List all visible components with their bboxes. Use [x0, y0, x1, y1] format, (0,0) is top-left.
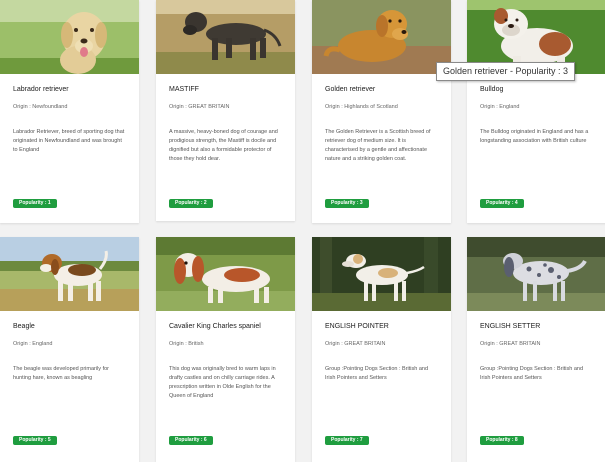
dog-origin: Origin : England: [480, 104, 520, 110]
dog-card-labrador[interactable]: Labrador retriever Origin : Newfoundland…: [0, 0, 139, 223]
dog-photo: [0, 0, 139, 74]
dog-name: Cavalier King Charles spaniel: [169, 323, 261, 330]
dog-description: The beagle was developed primarily for h…: [13, 366, 109, 381]
popularity-tooltip: Golden retriever - Popularity : 3: [436, 62, 576, 81]
dog-name: Golden retriever: [325, 86, 376, 93]
dog-photo: [467, 237, 605, 311]
popularity-badge: Popularity : 7: [325, 436, 369, 445]
dog-card-mastiff[interactable]: MASTIFF Origin : GREAT BRITAIN A massive…: [156, 0, 295, 221]
dog-card-english-setter[interactable]: ENGLISH SETTER Origin : GREAT BRITAIN Gr…: [467, 237, 605, 462]
popularity-badge: Popularity : 6: [169, 436, 213, 445]
dog-photo: [312, 237, 451, 311]
dog-description: The Bulldog originated in England and ha…: [480, 129, 589, 144]
dog-origin: Origin : GREAT BRITAIN: [169, 104, 230, 110]
dog-origin: Origin : GREAT BRITAIN: [325, 341, 386, 347]
dog-origin: Origin : Highlands of Scotland: [325, 104, 398, 110]
dog-name: ENGLISH POINTER: [325, 323, 389, 330]
dog-origin: Origin : Newfoundland: [13, 104, 68, 110]
dog-name: Labrador retriever: [13, 86, 69, 93]
dog-photo: [0, 237, 139, 311]
popularity-badge: Popularity : 4: [480, 199, 524, 208]
dog-description: The Golden Retriever is a Scottish breed…: [325, 129, 431, 162]
dog-card-beagle[interactable]: Beagle Origin : England The beagle was d…: [0, 237, 139, 462]
popularity-badge: Popularity : 8: [480, 436, 524, 445]
popularity-badge: Popularity : 5: [13, 436, 57, 445]
dog-photo: [156, 237, 295, 311]
dog-card-english-pointer[interactable]: ENGLISH POINTER Origin : GREAT BRITAIN G…: [312, 237, 451, 462]
dog-description: Group :Pointing Dogs Section : British a…: [325, 366, 429, 381]
dog-origin: Origin : England: [13, 341, 53, 347]
dog-card-bulldog[interactable]: Bulldog Origin : England The Bulldog ori…: [467, 0, 605, 223]
popularity-badge: Popularity : 1: [13, 199, 57, 208]
dog-name: Bulldog: [480, 86, 504, 93]
dog-description: A massive, heavy-boned dog of courage an…: [169, 129, 278, 162]
popularity-badge: Popularity : 3: [325, 199, 369, 208]
dog-description: This dog was originally bred to warm lap…: [169, 366, 276, 399]
dog-name: MASTIFF: [169, 86, 199, 93]
dog-card-golden-retriever[interactable]: Golden retriever Origin : Highlands of S…: [312, 0, 451, 223]
popularity-badge: Popularity : 2: [169, 199, 213, 208]
dog-photo: [312, 0, 451, 74]
dog-description: Group :Pointing Dogs Section : British a…: [480, 366, 584, 381]
dog-origin: Origin : British: [169, 341, 204, 347]
dog-description: Labrador Retriever, breed of sporting do…: [13, 129, 125, 153]
dog-photo: [156, 0, 295, 74]
dog-name: ENGLISH SETTER: [480, 323, 541, 330]
dog-name: Beagle: [13, 323, 35, 330]
dog-origin: Origin : GREAT BRITAIN: [480, 341, 541, 347]
dog-card-cavalier[interactable]: Cavalier King Charles spaniel Origin : B…: [156, 237, 295, 462]
